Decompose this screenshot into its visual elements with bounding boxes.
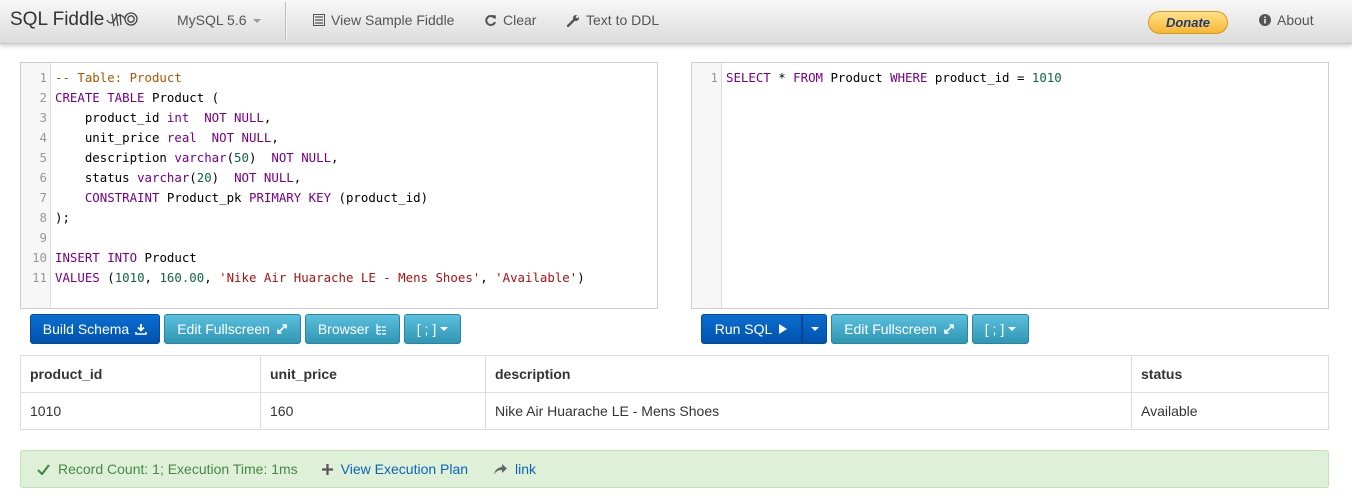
checkmark-icon xyxy=(37,463,50,475)
top-navbar: SQL Fiddle MySQL 5.6 View Sample Fiddle … xyxy=(0,0,1352,44)
record-count-message: Record Count: 1; Execution Time: 1ms xyxy=(58,461,298,477)
wrench-icon xyxy=(567,14,580,27)
results-table: product_id unit_price description status… xyxy=(20,355,1329,430)
nav-divider xyxy=(285,2,286,40)
browser-button[interactable]: Browser xyxy=(305,314,400,344)
clear-button[interactable]: Clear xyxy=(484,12,536,28)
edit-fullscreen-label: Edit Fullscreen xyxy=(844,321,937,337)
column-header: status xyxy=(1131,355,1329,393)
view-execution-plan-label: View Execution Plan xyxy=(340,461,469,477)
info-icon xyxy=(1259,14,1271,26)
view-sample-fiddle-label: View Sample Fiddle xyxy=(331,12,455,28)
db-version-dropdown[interactable]: MySQL 5.6 xyxy=(177,12,261,28)
edit-fullscreen-schema-button[interactable]: Edit Fullscreen xyxy=(164,314,301,344)
about-button[interactable]: About xyxy=(1259,12,1314,28)
column-header: unit_price xyxy=(260,355,486,393)
code-line: 3 product_id int NOT NULL, xyxy=(39,110,272,125)
terminator-label: [ ; ] xyxy=(984,321,1005,337)
chevron-down-icon xyxy=(252,19,261,23)
link-label: link xyxy=(515,461,537,477)
view-execution-plan-link[interactable]: View Execution Plan xyxy=(321,461,469,477)
table-header-row: product_id unit_price description status xyxy=(20,355,1329,393)
plus-icon xyxy=(321,463,333,475)
clear-label: Clear xyxy=(503,12,537,28)
table-cell: Available xyxy=(1131,392,1329,430)
list-icon xyxy=(313,14,325,26)
edit-fullscreen-label: Edit Fullscreen xyxy=(177,321,270,337)
column-header: description xyxy=(485,355,1132,393)
db-version-label: MySQL 5.6 xyxy=(177,12,247,28)
expand-icon xyxy=(276,323,288,335)
chevron-down-icon xyxy=(1008,327,1017,331)
build-schema-label: Build Schema xyxy=(42,321,130,337)
browser-label: Browser xyxy=(317,321,370,337)
permalink-link[interactable]: link xyxy=(494,461,536,477)
query-code[interactable]: 1 SELECT * FROM Product WHERE product_id … xyxy=(692,68,1328,88)
table-cell: 160 xyxy=(260,392,486,430)
schema-terminator-dropdown[interactable]: [ ; ] xyxy=(404,314,461,344)
table-row: 1010 160 Nike Air Huarache LE - Mens Sho… xyxy=(20,392,1329,430)
code-line: 7 CONSTRAINT Product_pk PRIMARY KEY (pro… xyxy=(39,190,429,205)
query-editor[interactable]: 1 SELECT * FROM Product WHERE product_id … xyxy=(691,62,1329,309)
code-line: 2 CREATE TABLE Product ( xyxy=(39,90,220,105)
chevron-down-icon xyxy=(810,327,819,331)
brand-name: SQL Fiddle xyxy=(10,9,105,30)
schema-editor[interactable]: 1 -- Table: Product 2 CREATE TABLE Product… xyxy=(20,62,658,309)
line-number-gutter xyxy=(692,63,722,308)
code-line: 5 description varchar(50) NOT NULL, xyxy=(39,150,339,165)
table-cell: 1010 xyxy=(20,392,261,430)
donate-button[interactable]: Donate xyxy=(1148,11,1228,34)
schema-code[interactable]: 1 -- Table: Product 2 CREATE TABLE Product… xyxy=(21,68,657,288)
brand[interactable]: SQL Fiddle xyxy=(10,9,138,31)
table-cell: Nike Air Huarache LE - Mens Shoes xyxy=(485,392,1132,430)
text-to-ddl-button[interactable]: Text to DDL xyxy=(567,12,659,28)
code-line: 9 xyxy=(39,230,47,245)
code-line: 11 VALUES (1010, 160.00, 'Nike Air Huarac… xyxy=(32,270,585,285)
donate-label: Donate xyxy=(1165,15,1211,30)
code-line: 10 INSERT INTO Product xyxy=(32,250,197,265)
text-to-ddl-label: Text to DDL xyxy=(586,12,660,28)
code-line: 1 -- Table: Product xyxy=(39,70,182,85)
column-header: product_id xyxy=(20,355,261,393)
share-arrow-icon xyxy=(494,463,508,475)
chevron-down-icon xyxy=(440,327,449,331)
expand-icon xyxy=(943,323,955,335)
build-schema-button[interactable]: Build Schema xyxy=(30,314,160,344)
fiddle-logo-icon xyxy=(106,12,138,27)
run-sql-label: Run SQL xyxy=(714,321,773,337)
download-icon xyxy=(135,323,147,335)
view-sample-fiddle-button[interactable]: View Sample Fiddle xyxy=(313,12,454,28)
execution-status-bar: Record Count: 1; Execution Time: 1ms Vie… xyxy=(20,450,1329,488)
code-line: 8); xyxy=(39,210,70,225)
code-line: 1 SELECT * FROM Product WHERE product_id … xyxy=(710,70,1062,85)
query-terminator-dropdown[interactable]: [ ; ] xyxy=(972,314,1029,344)
code-line: 6 status varchar(20) NOT NULL, xyxy=(39,170,302,185)
about-label: About xyxy=(1277,12,1314,28)
play-icon xyxy=(778,323,788,335)
refresh-icon xyxy=(484,14,497,27)
tree-icon xyxy=(375,323,387,335)
code-line: 4 unit_price real NOT NULL, xyxy=(39,130,279,145)
run-sql-options-dropdown[interactable] xyxy=(802,314,827,344)
edit-fullscreen-query-button[interactable]: Edit Fullscreen xyxy=(831,314,968,344)
terminator-label: [ ; ] xyxy=(416,321,437,337)
run-sql-button[interactable]: Run SQL xyxy=(701,314,802,344)
